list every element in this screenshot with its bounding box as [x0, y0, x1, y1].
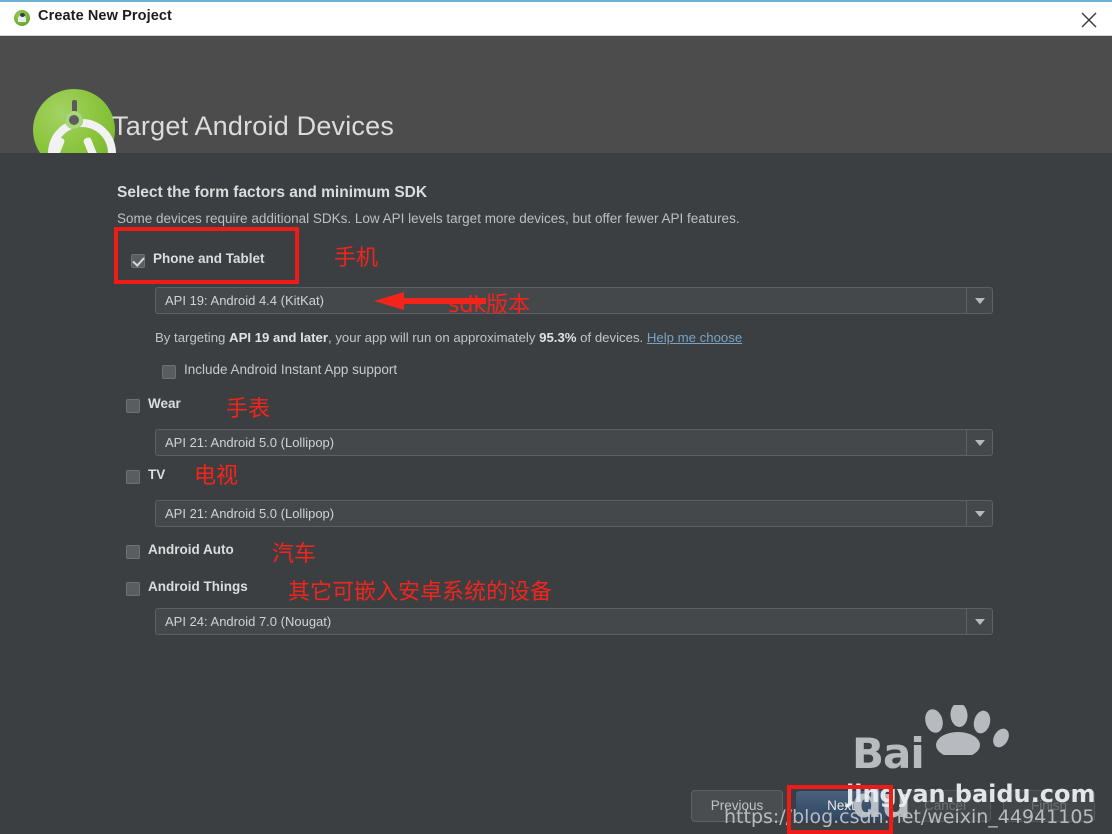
tv-sdk-dropdown[interactable]: API 21: Android 5.0 (Lollipop): [155, 500, 993, 527]
phone-and-tablet-label: Phone and Tablet: [153, 251, 265, 266]
close-icon[interactable]: [1066, 2, 1112, 35]
android-auto-label: Android Auto: [148, 542, 234, 557]
target-note-suffix: of devices.: [576, 330, 647, 345]
chevron-down-icon[interactable]: [966, 501, 992, 526]
page-title: Target Android Devices: [112, 111, 395, 141]
wear-sdk-dropdown[interactable]: API 21: Android 5.0 (Lollipop): [155, 429, 993, 456]
finish-button[interactable]: Finish: [1003, 790, 1095, 822]
android-things-sdk-dropdown[interactable]: API 24: Android 7.0 (Nougat): [155, 608, 993, 635]
section-description: Some devices require additional SDKs. Lo…: [117, 211, 740, 226]
wear-sdk-value: API 21: Android 5.0 (Lollipop): [165, 435, 335, 450]
section-title: Select the form factors and minimum SDK: [117, 184, 428, 201]
previous-button[interactable]: Previous: [691, 790, 783, 822]
android-studio-icon: [14, 10, 30, 26]
tv-sdk-value: API 21: Android 5.0 (Lollipop): [165, 506, 335, 521]
android-things-sdk-value: API 24: Android 7.0 (Nougat): [165, 614, 332, 629]
phone-and-tablet-sdk-dropdown[interactable]: API 19: Android 4.4 (KitKat): [155, 287, 993, 314]
target-note-prefix: By targeting: [155, 330, 230, 345]
help-me-choose-link[interactable]: Help me choose: [647, 330, 742, 345]
wear-label: Wear: [148, 396, 181, 411]
title-bar: Create New Project: [0, 0, 1112, 36]
chevron-down-icon[interactable]: [966, 430, 992, 455]
tv-checkbox[interactable]: [126, 470, 140, 484]
tv-label: TV: [148, 467, 166, 482]
android-things-checkbox[interactable]: [126, 582, 140, 596]
cancel-button[interactable]: Cancel: [899, 790, 991, 822]
android-things-label: Android Things: [148, 579, 248, 594]
next-button[interactable]: Next: [795, 790, 887, 822]
chevron-down-icon[interactable]: [966, 288, 992, 313]
wear-checkbox[interactable]: [126, 399, 140, 413]
dialog-header: Target Android Devices: [0, 36, 1112, 202]
target-note-percent: 95.3%: [539, 330, 577, 345]
dialog-body: Select the form factors and minimum SDK …: [0, 153, 1112, 834]
instant-app-checkbox[interactable]: [162, 365, 176, 379]
phone-and-tablet-checkbox[interactable]: [131, 254, 145, 268]
target-api-note: By targeting API 19 and later, your app …: [155, 330, 742, 345]
title-bar-accent: [0, 0, 1112, 2]
window-title: Create New Project: [38, 8, 172, 24]
android-auto-checkbox[interactable]: [126, 545, 140, 559]
create-new-project-dialog: Create New Project Target Android Device…: [0, 0, 1112, 834]
instant-app-label: Include Android Instant App support: [184, 362, 398, 377]
target-note-api: API 19 and later: [229, 330, 328, 345]
chevron-down-icon[interactable]: [966, 609, 992, 634]
phone-and-tablet-sdk-value: API 19: Android 4.4 (KitKat): [165, 293, 324, 308]
target-note-middle: , your app will run on approximately: [328, 330, 540, 345]
